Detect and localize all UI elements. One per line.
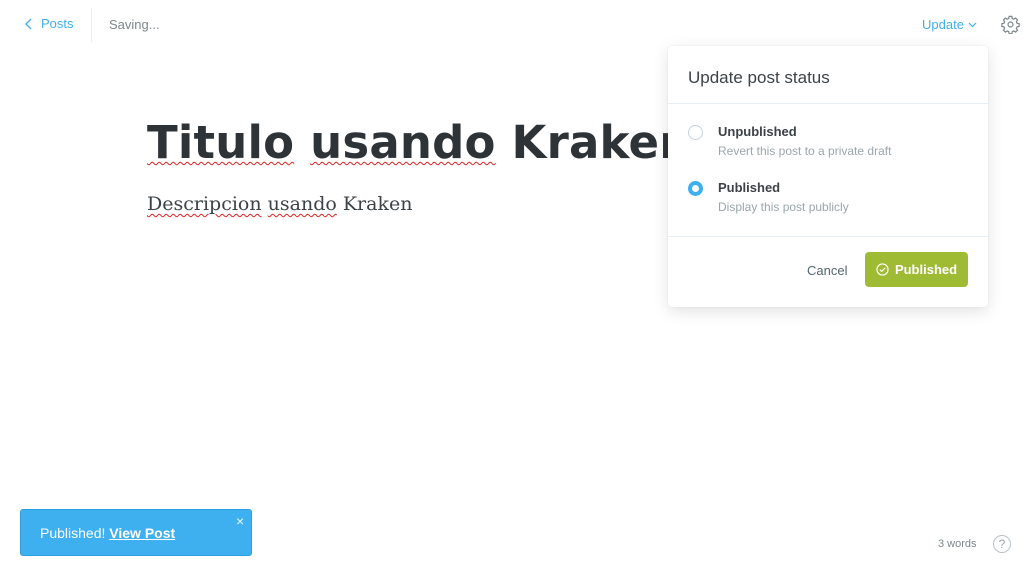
option-label: Unpublished (718, 124, 797, 139)
close-icon[interactable]: × (236, 514, 244, 528)
post-body-editor[interactable]: Descripcion usando Kraken (147, 193, 412, 215)
option-label: Published (718, 180, 781, 195)
body-word: Kraken (342, 193, 413, 215)
help-icon[interactable]: ? (993, 535, 1011, 553)
radio-unpublished[interactable] (688, 125, 703, 140)
editor-header: Posts Saving... Update (0, 0, 1034, 50)
title-word: usando (310, 116, 496, 169)
option-description: Display this post publicly (718, 200, 849, 214)
update-dropdown-button[interactable]: Update (922, 17, 977, 32)
body-word: Descripcion (147, 193, 262, 215)
view-post-link[interactable]: View Post (109, 525, 175, 541)
cancel-button[interactable]: Cancel (807, 263, 847, 278)
check-circle-icon (876, 263, 889, 276)
chevron-left-icon (25, 18, 32, 29)
settings-gear-icon[interactable] (1001, 15, 1020, 34)
header-divider (91, 8, 92, 42)
option-description: Revert this post to a private draft (718, 144, 892, 158)
publish-button-label: Published (894, 262, 958, 277)
publish-confirm-button[interactable]: Published (865, 252, 968, 287)
post-title-input[interactable]: Titulo usando Kraken (147, 116, 691, 169)
update-status-popover: Update post status Unpublished Revert th… (668, 46, 988, 307)
notification-text: Published! View Post (40, 525, 175, 541)
word-count: 3 words (938, 538, 977, 550)
chevron-down-icon (968, 22, 977, 27)
popover-divider (668, 236, 988, 237)
notification-message: Published! (40, 525, 106, 541)
body-word: usando (267, 193, 337, 215)
back-to-posts-link[interactable]: Posts (24, 16, 74, 31)
save-status: Saving... (109, 17, 160, 32)
title-word: Titulo (147, 116, 295, 169)
update-label: Update (922, 17, 964, 32)
popover-divider (668, 103, 988, 104)
popover-title: Update post status (688, 68, 830, 87)
back-link-label: Posts (41, 16, 74, 31)
radio-published[interactable] (688, 181, 703, 196)
title-word: Kraken (511, 116, 692, 169)
published-notification: Published! View Post × (20, 509, 252, 556)
